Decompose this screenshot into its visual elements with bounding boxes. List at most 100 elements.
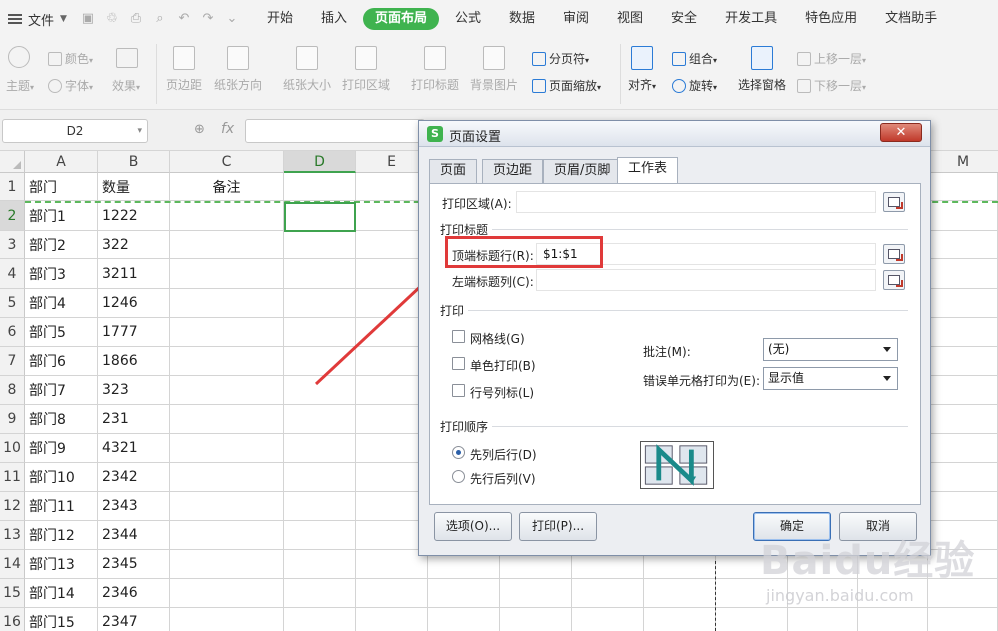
cell[interactable]	[644, 579, 716, 608]
cell[interactable]	[928, 318, 998, 347]
cell-d[interactable]	[284, 579, 356, 608]
print-button[interactable]: 打印(P)...	[519, 512, 597, 541]
row-header[interactable]: 13	[0, 521, 25, 550]
cell-a[interactable]: 部门11	[25, 492, 98, 521]
row-header[interactable]: 10	[0, 434, 25, 463]
cell-b[interactable]: 322	[98, 231, 170, 259]
left-columns-input[interactable]	[536, 269, 876, 291]
cell[interactable]	[928, 434, 998, 463]
row-header[interactable]: 6	[0, 318, 25, 347]
cell-b[interactable]: 231	[98, 405, 170, 434]
select-all-corner[interactable]	[0, 151, 25, 173]
cell[interactable]	[928, 405, 998, 434]
cell[interactable]	[928, 259, 998, 289]
column-header-b[interactable]: B	[98, 151, 170, 173]
zoom-icon[interactable]: ⊕	[194, 122, 205, 137]
cell-c[interactable]	[170, 463, 284, 492]
cell-a[interactable]: 部门2	[25, 231, 98, 259]
print-titles-button[interactable]: 打印标题	[411, 46, 459, 93]
column-header-m[interactable]: M	[928, 151, 998, 173]
undo-icon[interactable]: ↶	[177, 12, 191, 26]
row-header[interactable]: 12	[0, 492, 25, 521]
cell[interactable]	[928, 492, 998, 521]
theme-icon-button[interactable]	[8, 46, 33, 68]
cell-e[interactable]	[356, 608, 428, 631]
fx-icon[interactable]: fx	[221, 121, 234, 137]
cell[interactable]	[928, 347, 998, 376]
cell-a[interactable]: 部门8	[25, 405, 98, 434]
rotate-button[interactable]: 旋转▾	[672, 77, 717, 94]
cell-d[interactable]	[284, 434, 356, 463]
tab-data[interactable]: 数据	[497, 8, 547, 30]
cell-a[interactable]: 部门6	[25, 347, 98, 376]
cell-c[interactable]	[170, 259, 284, 289]
cell[interactable]	[428, 608, 500, 631]
cell-c[interactable]	[170, 231, 284, 259]
cell-b[interactable]: 1866	[98, 347, 170, 376]
format-painter-icon[interactable]: ♲	[105, 12, 119, 26]
cell-b[interactable]: 1222	[98, 201, 170, 231]
cell-a[interactable]: 部门7	[25, 376, 98, 405]
dialog-title-bar[interactable]: S 页面设置 ✕	[419, 121, 930, 147]
cell[interactable]	[428, 579, 500, 608]
cell-b[interactable]: 323	[98, 376, 170, 405]
cell-c[interactable]	[170, 347, 284, 376]
tab-developer[interactable]: 开发工具	[713, 8, 789, 30]
cell[interactable]	[572, 608, 644, 631]
effect-button[interactable]: 效果▾	[112, 77, 140, 94]
cell-c[interactable]	[170, 289, 284, 318]
gridlines-checkbox[interactable]	[452, 330, 465, 343]
row-header[interactable]: 16	[0, 608, 25, 631]
options-button[interactable]: 选项(O)...	[434, 512, 512, 541]
cell-d[interactable]	[284, 550, 356, 579]
column-header-c[interactable]: C	[170, 151, 284, 173]
cell-d[interactable]	[284, 521, 356, 550]
cell-c[interactable]	[170, 434, 284, 463]
cell-e[interactable]	[356, 579, 428, 608]
cell-c[interactable]: 备注	[170, 173, 284, 201]
cell-c[interactable]	[170, 550, 284, 579]
cell-a[interactable]: 部门9	[25, 434, 98, 463]
tab-formulas[interactable]: 公式	[443, 8, 493, 30]
cell[interactable]	[572, 579, 644, 608]
row-header[interactable]: 7	[0, 347, 25, 376]
name-box[interactable]: D2 ▾	[2, 119, 148, 143]
cell-a[interactable]: 部门10	[25, 463, 98, 492]
customize-icon[interactable]: ⌄	[225, 12, 239, 26]
redo-icon[interactable]: ↷	[201, 12, 215, 26]
tab-sheet[interactable]: 工作表	[617, 157, 679, 184]
cell[interactable]	[928, 201, 998, 231]
cell-b[interactable]: 2345	[98, 550, 170, 579]
cell[interactable]	[928, 173, 998, 201]
orientation-button[interactable]: 纸张方向	[214, 46, 262, 93]
range-picker-icon[interactable]	[883, 270, 905, 290]
cell-b[interactable]: 2343	[98, 492, 170, 521]
row-header[interactable]: 5	[0, 289, 25, 318]
row-header[interactable]: 14	[0, 550, 25, 579]
cell-a[interactable]: 部门15	[25, 608, 98, 631]
theme-button[interactable]: 主题▾	[6, 77, 34, 94]
cell-a[interactable]: 部门1	[25, 201, 98, 231]
cell-b[interactable]: 1246	[98, 289, 170, 318]
cell-b[interactable]: 2344	[98, 521, 170, 550]
cell[interactable]	[928, 376, 998, 405]
range-picker-icon[interactable]	[883, 244, 905, 264]
cell-b[interactable]: 4321	[98, 434, 170, 463]
cell[interactable]	[644, 608, 716, 631]
cell-a[interactable]: 部门12	[25, 521, 98, 550]
cell-c[interactable]	[170, 608, 284, 631]
tab-security[interactable]: 安全	[659, 8, 709, 30]
mono-print-checkbox[interactable]	[452, 357, 465, 370]
column-header-a[interactable]: A	[25, 151, 98, 173]
tab-page[interactable]: 页面	[429, 159, 478, 183]
file-menu[interactable]: 文件 ▼	[0, 0, 75, 38]
row-header[interactable]: 11	[0, 463, 25, 492]
bring-forward-button[interactable]: 上移一层▾	[797, 50, 866, 67]
tab-header-footer[interactable]: 页眉/页脚	[543, 159, 622, 183]
cell-a[interactable]: 部门13	[25, 550, 98, 579]
cell-b[interactable]: 2342	[98, 463, 170, 492]
cell[interactable]	[928, 463, 998, 492]
margin-button[interactable]: 页边距	[166, 46, 202, 93]
cell-b[interactable]: 2346	[98, 579, 170, 608]
row-header[interactable]: 15	[0, 579, 25, 608]
